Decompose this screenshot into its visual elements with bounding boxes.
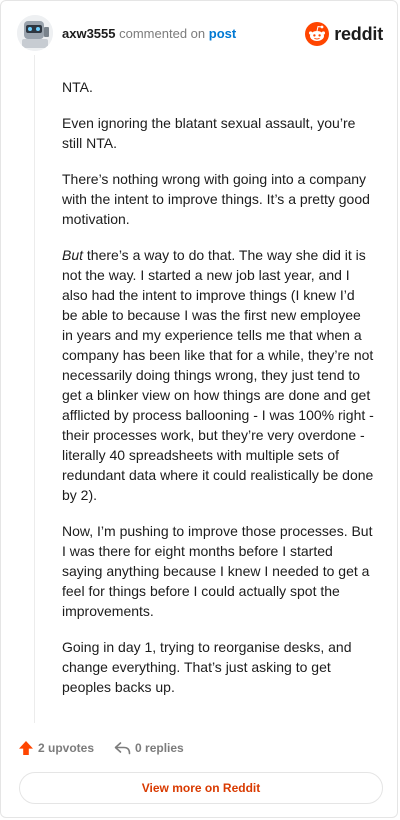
comment-meta: axw3555 commented on post: [62, 26, 236, 42]
reply-arrow-icon: [114, 742, 131, 755]
paragraph-text: Going in day 1, trying to reorganise des…: [62, 639, 352, 695]
comment-body: NTA. Even ignoring the blatant sexual as…: [62, 77, 374, 713]
emphasis-text: But: [62, 247, 84, 263]
upvote-count: 2 upvotes: [38, 741, 95, 755]
comment-paragraph: Even ignoring the blatant sexual assault…: [62, 113, 374, 153]
paragraph-text: There’s nothing wrong with going into a …: [62, 171, 370, 227]
comment-header: axw3555 commented on post reddit: [17, 15, 383, 55]
paragraph-text: Now, I’m pushing to improve those proces…: [62, 523, 373, 619]
comment-paragraph: Going in day 1, trying to reorganise des…: [62, 637, 374, 697]
reply-count: 0 replies: [135, 741, 184, 755]
comment-action-text: commented on: [119, 26, 206, 41]
avatar-icon: [17, 15, 53, 51]
thread-line: [34, 55, 35, 723]
comment-paragraph: But there’s a way to do that. The way sh…: [62, 245, 374, 505]
reddit-logo[interactable]: reddit: [305, 21, 383, 47]
post-link[interactable]: post: [209, 26, 236, 41]
comment-card: axw3555 commented on post reddit NTA. Ev…: [0, 0, 398, 818]
upvote-arrow-icon: [19, 741, 33, 755]
reddit-snoo-icon: [305, 22, 330, 46]
reply-button[interactable]: 0 replies: [114, 741, 184, 755]
paragraph-text: Even ignoring the blatant sexual assault…: [62, 115, 356, 151]
paragraph-text: there’s a way to do that. The way she di…: [62, 247, 374, 503]
comment-footer: 2 upvotes 0 replies: [18, 738, 184, 758]
username-link[interactable]: axw3555: [62, 26, 116, 41]
upvote-button[interactable]: 2 upvotes: [18, 740, 94, 756]
comment-paragraph: NTA.: [62, 77, 374, 97]
paragraph-text: NTA.: [62, 79, 93, 95]
comment-paragraph: There’s nothing wrong with going into a …: [62, 169, 374, 229]
avatar[interactable]: [17, 15, 53, 51]
comment-paragraph: Now, I’m pushing to improve those proces…: [62, 521, 374, 621]
brand-name: reddit: [334, 23, 383, 44]
view-more-button[interactable]: View more on Reddit: [19, 772, 383, 804]
